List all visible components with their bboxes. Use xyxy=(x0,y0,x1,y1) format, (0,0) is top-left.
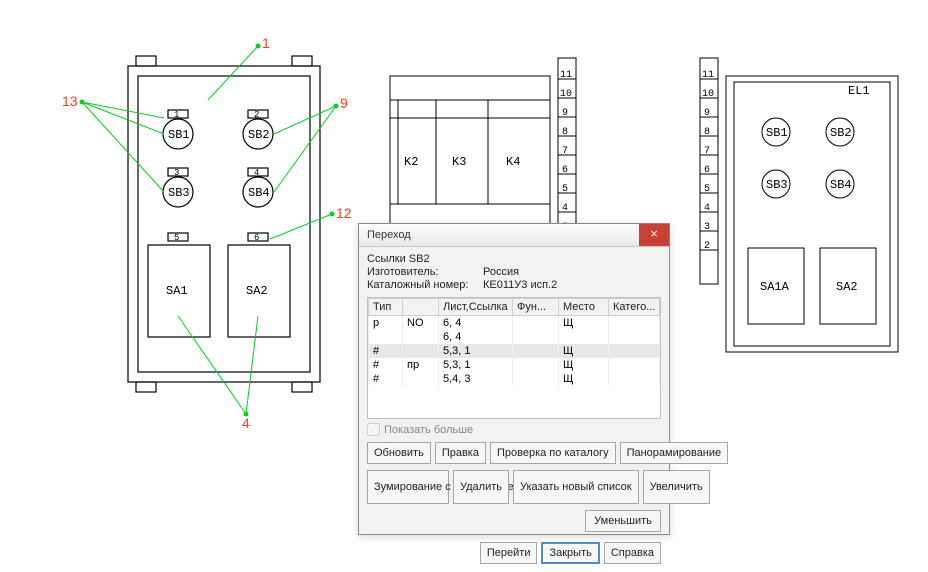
svg-text:SB1: SB1 xyxy=(766,126,788,140)
table-row[interactable]: 6, 4 xyxy=(369,330,660,344)
zoom-out-button[interactable]: Уменьшить xyxy=(585,510,661,532)
col-cat[interactable]: Катего... xyxy=(609,299,660,316)
svg-text:11: 11 xyxy=(560,70,572,81)
label-sb2: SB2 xyxy=(248,128,270,142)
col-type[interactable]: Тип xyxy=(369,299,403,316)
dialog-titlebar[interactable]: Переход × xyxy=(359,224,669,247)
cat-label: Каталожный номер: xyxy=(367,279,477,291)
svg-text:7: 7 xyxy=(704,146,710,157)
mfr-label: Изготовитель: xyxy=(367,266,477,278)
label-sb4: SB4 xyxy=(248,186,270,200)
svg-text:SA2: SA2 xyxy=(836,280,858,294)
svg-text:9: 9 xyxy=(340,95,348,111)
svg-text:3: 3 xyxy=(174,168,179,178)
results-grid[interactable]: Тип Лист,Ссылка Фун... Место Катего... р… xyxy=(367,297,661,419)
svg-text:SB4: SB4 xyxy=(830,178,852,192)
col-link[interactable]: Лист,Ссылка xyxy=(439,299,513,316)
svg-text:4: 4 xyxy=(242,415,250,431)
svg-text:K3: K3 xyxy=(452,155,466,169)
svg-text:SA1A: SA1A xyxy=(760,280,790,294)
help-button[interactable]: Справка xyxy=(604,542,661,564)
cat-value: КЕ011У3 исп.2 xyxy=(483,279,557,291)
label-sb1: SB1 xyxy=(168,128,190,142)
zoom-in-button[interactable]: Увеличить xyxy=(643,470,710,504)
svg-text:SB2: SB2 xyxy=(830,126,852,140)
catalog-check-button[interactable]: Проверка по каталогу xyxy=(490,442,616,464)
new-list-button[interactable]: Указать новый список xyxy=(513,470,639,504)
delete-button[interactable]: Удалить xyxy=(453,470,509,504)
go-button[interactable]: Перейти xyxy=(480,542,538,564)
edit-button[interactable]: Правка xyxy=(435,442,486,464)
svg-text:3: 3 xyxy=(704,222,710,233)
annotation-leaders xyxy=(80,44,338,416)
svg-text:4: 4 xyxy=(704,203,710,214)
svg-text:13: 13 xyxy=(62,93,78,109)
close-icon[interactable]: × xyxy=(639,224,669,246)
close-button[interactable]: Закрыть xyxy=(541,542,599,564)
pan-button[interactable]: Панорамирование xyxy=(620,442,729,464)
svg-text:4: 4 xyxy=(254,168,259,178)
svg-text:9: 9 xyxy=(562,108,568,119)
col-state[interactable] xyxy=(403,299,439,316)
svg-text:2: 2 xyxy=(704,241,710,252)
show-more-label: Показать больше xyxy=(384,424,473,436)
svg-text:10: 10 xyxy=(702,89,714,100)
label-sb3: SB3 xyxy=(168,186,190,200)
svg-text:5: 5 xyxy=(562,184,568,195)
label-sa1: SA1 xyxy=(166,284,188,298)
svg-text:K4: K4 xyxy=(506,155,520,169)
svg-text:1: 1 xyxy=(262,35,270,51)
table-row[interactable]: #5,3, 1Щ xyxy=(369,344,660,358)
show-more-checkbox[interactable] xyxy=(367,423,380,436)
mfr-value: Россия xyxy=(483,266,519,278)
navigate-dialog: Переход × Ссылки SB2 Изготовитель: Россия… xyxy=(358,223,670,535)
svg-text:EL1: EL1 xyxy=(848,84,870,98)
svg-text:6: 6 xyxy=(704,165,710,176)
svg-text:8: 8 xyxy=(562,127,568,138)
svg-text:4: 4 xyxy=(562,203,568,214)
col-place[interactable]: Место xyxy=(559,299,609,316)
label-sa2: SA2 xyxy=(246,284,268,298)
table-row[interactable]: #5,4, 3Щ xyxy=(369,372,660,386)
table-row[interactable]: рNO6, 4Щ xyxy=(369,316,660,331)
zoom-save-button[interactable]: Зумирование с сохранением xyxy=(367,470,449,504)
refresh-button[interactable]: Обновить xyxy=(367,442,431,464)
svg-text:10: 10 xyxy=(560,89,572,100)
svg-text:1: 1 xyxy=(174,110,179,120)
svg-text:12: 12 xyxy=(336,205,352,221)
ref-label: Ссылки SB2 xyxy=(367,253,477,265)
svg-text:6: 6 xyxy=(254,233,259,243)
svg-text:SB3: SB3 xyxy=(766,178,788,192)
svg-text:7: 7 xyxy=(562,146,568,157)
svg-text:5: 5 xyxy=(174,233,179,243)
col-func[interactable]: Фун... xyxy=(513,299,559,316)
svg-text:9: 9 xyxy=(704,108,710,119)
svg-text:11: 11 xyxy=(702,70,714,81)
dialog-title: Переход xyxy=(367,229,411,241)
svg-text:5: 5 xyxy=(704,184,710,195)
svg-text:8: 8 xyxy=(704,127,710,138)
svg-text:6: 6 xyxy=(562,165,568,176)
svg-text:K2: K2 xyxy=(404,155,418,169)
svg-text:2: 2 xyxy=(254,110,259,120)
table-row[interactable]: #пр5,3, 1Щ xyxy=(369,358,660,372)
